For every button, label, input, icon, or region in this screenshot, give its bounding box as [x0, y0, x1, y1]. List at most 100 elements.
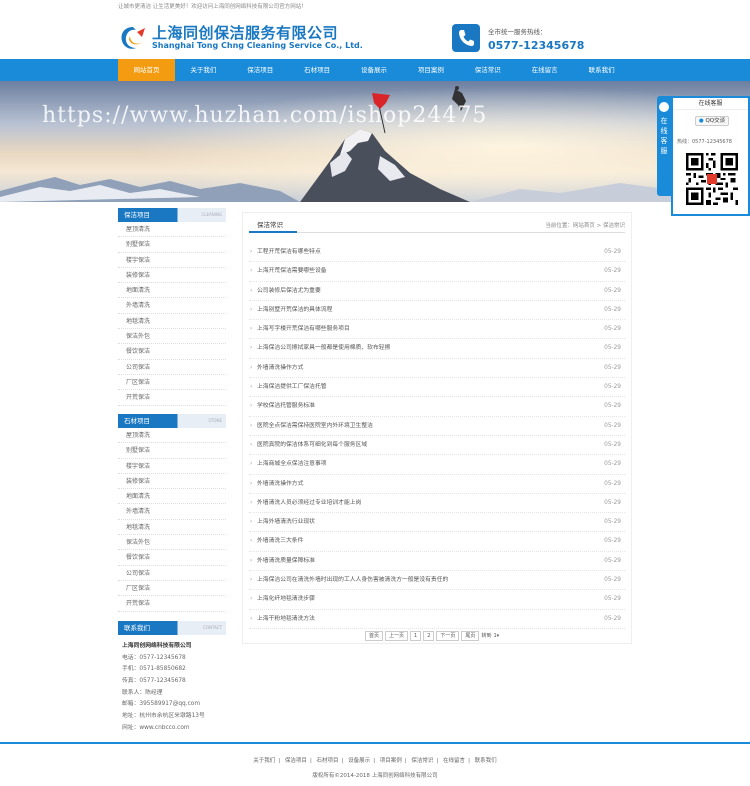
nav-cases[interactable]: 项目案例 [402, 59, 459, 81]
news-title[interactable]: 外墙清洗人员必须经过专业培训才能上岗 [257, 494, 361, 513]
footer-links: 关于我们 | 保洁项目 | 石材项目 | 设备展示 | 项目案例 | 保洁常识 | 在线留言… [253, 758, 497, 764]
qq-chat-button[interactable]: ● QQ交谈 [695, 116, 729, 126]
news-title[interactable]: 医院真院的保洁体系可细化到每个服务区域 [257, 436, 367, 455]
pager-last[interactable]: 尾页 [461, 631, 480, 641]
nav-message[interactable]: 在线留言 [516, 59, 573, 81]
sidebar-stone-item[interactable]: 开荒保洁 [118, 596, 226, 612]
sidebar-stone-item[interactable]: 保洁外包 [118, 535, 226, 551]
news-row[interactable]: › 公司装修后保洁尤为重要 05-29 [249, 282, 625, 301]
online-service-tab[interactable]: 在线客服 [657, 96, 671, 196]
pager-next[interactable]: 下一页 [436, 631, 460, 641]
sidebar-stone-item[interactable]: 装修保洁 [118, 474, 226, 490]
sidebar-stone-item[interactable]: 餐饮保洁 [118, 550, 226, 566]
pager-page-2[interactable]: 2 [423, 631, 435, 641]
pager-jump-select[interactable]: 1▾ [493, 631, 499, 641]
news-title[interactable]: 上海开荒保洁需要哪些设备 [257, 262, 327, 281]
news-row[interactable]: › 外墙清洗质量保障标准 05-29 [249, 552, 625, 572]
news-list: › 工程开荒保洁有哪些特点 05-29 › 上海开荒保洁需要哪些设备 05-29 › 公司装修… [249, 243, 625, 629]
sidebar-stone-item[interactable]: 厂区保洁 [118, 581, 226, 597]
news-title[interactable]: 上海干粉地毯清洗方法 [257, 610, 315, 629]
news-title[interactable]: 外墙清洗操作方式 [257, 359, 303, 378]
news-row[interactable]: › 上海干粉地毯清洗方法 05-29 [249, 610, 625, 629]
logo-cn-name: 上海同创保洁服务有限公司 [152, 24, 339, 42]
footer-link[interactable]: 保洁项目 [285, 758, 307, 764]
news-row[interactable]: › 外墙清洗操作方式 05-29 [249, 475, 625, 494]
sidebar-cleaning-item[interactable]: 开荒保洁 [118, 390, 226, 406]
news-row[interactable]: › 上海化纤地毯清洗步骤 05-29 [249, 590, 625, 610]
pager-prev[interactable]: 上一页 [385, 631, 409, 641]
footer-link[interactable]: 关于我们 [253, 758, 275, 764]
footer-link[interactable]: 在线留言 [443, 758, 465, 764]
nav-about[interactable]: 关于我们 [175, 59, 232, 81]
sidebar-cleaning-item[interactable]: 保洁外包 [118, 329, 226, 345]
news-title[interactable]: 上海写字楼开荒保洁有哪些服务项目 [257, 320, 350, 339]
sidebar-stone-item[interactable]: 屋顶清洗 [118, 428, 226, 444]
sidebar-cleaning-item[interactable]: 屋顶清洗 [118, 222, 226, 238]
news-title[interactable]: 上海商城全点保洁注意事项 [257, 455, 327, 474]
sidebar-cleaning-item[interactable]: 地毯清洗 [118, 314, 226, 330]
sidebar-cleaning-item[interactable]: 地面清洗 [118, 283, 226, 299]
sidebar-stone-item[interactable]: 别墅保洁 [118, 443, 226, 459]
nav-knowledge[interactable]: 保洁常识 [459, 59, 516, 81]
pager-first[interactable]: 首页 [365, 631, 384, 641]
footer-link[interactable]: 联系我们 [475, 758, 497, 764]
sidebar-stone-item[interactable]: 地面清洗 [118, 489, 226, 505]
news-title[interactable]: 外墙清洗三大条件 [257, 532, 303, 551]
footer-link[interactable]: 石材项目 [317, 758, 339, 764]
nav-cleaning[interactable]: 保洁项目 [232, 59, 289, 81]
news-row[interactable]: › 上海写字楼开荒保洁有哪些服务项目 05-29 [249, 320, 625, 340]
nav-contact[interactable]: 联系我们 [573, 59, 630, 81]
nav-stone[interactable]: 石材项目 [289, 59, 346, 81]
news-title[interactable]: 学校保洁托管服务标准 [257, 397, 315, 416]
news-title[interactable]: 上海外墙清洗行业现状 [257, 513, 315, 532]
news-row[interactable]: › 外墙清洗操作方式 05-29 [249, 359, 625, 379]
pager-page-1[interactable]: 1 [410, 631, 422, 641]
news-title[interactable]: 上海保洁公司在清洗外墙时出现的工人人身伤害被清洗方一般是没有责任的 [257, 571, 448, 590]
sidebar-cleaning-item[interactable]: 楼宇保洁 [118, 253, 226, 268]
news-row[interactable]: › 工程开荒保洁有哪些特点 05-29 [249, 243, 625, 263]
news-row[interactable]: › 上海开荒保洁需要哪些设备 05-29 [249, 262, 625, 282]
footer-link[interactable]: 设备展示 [348, 758, 370, 764]
news-title[interactable]: 上海保洁提供工厂保洁托管 [257, 378, 327, 397]
footer-copyright: 版权所有©2014-2018 上海同创网络科技有限公司 [312, 773, 438, 779]
sidebar-stone-item[interactable]: 楼宇保洁 [118, 459, 226, 474]
contact-website[interactable]: 网址：www.cnbcco.com [118, 723, 226, 735]
sidebar-cleaning-item[interactable]: 装修保洁 [118, 268, 226, 284]
news-title[interactable]: 上海化纤地毯清洗步骤 [257, 590, 315, 609]
news-title[interactable]: 外墙清洗质量保障标准 [257, 552, 315, 571]
news-row[interactable]: › 学校保洁托管服务标准 05-29 [249, 397, 625, 417]
footer-link[interactable]: 项目案例 [380, 758, 402, 764]
bullet-icon: › [250, 384, 253, 391]
news-title[interactable]: 外墙清洗操作方式 [257, 475, 303, 494]
sidebar-cleaning-item[interactable]: 厂区保洁 [118, 375, 226, 391]
news-row[interactable]: › 上海外墙清洗行业现状 05-29 [249, 513, 625, 533]
news-row[interactable]: › 医院真院的保洁体系可细化到每个服务区域 05-29 [249, 436, 625, 456]
news-title[interactable]: 上海保洁公司擦拭家具一般都是使用棉质、软布轻擦 [257, 339, 390, 358]
news-title[interactable]: 上海别墅开荒保洁的具体流程 [257, 301, 332, 320]
news-row[interactable]: › 上海商城全点保洁注意事项 05-29 [249, 455, 625, 475]
news-row[interactable]: › 上海别墅开荒保洁的具体流程 05-29 [249, 301, 625, 321]
nav-equipment[interactable]: 设备展示 [346, 59, 403, 81]
nav-home[interactable]: 网站首页 [118, 59, 175, 81]
contact-email[interactable]: 邮箱：395589917@qq.com [118, 699, 226, 711]
news-row[interactable]: › 上海保洁公司在清洗外墙时出现的工人人身伤害被清洗方一般是没有责任的 05-29 [249, 571, 625, 591]
news-row[interactable]: › 上海保洁公司擦拭家具一般都是使用棉质、软布轻擦 05-29 [249, 339, 625, 359]
sidebar-cleaning-item[interactable]: 别墅保洁 [118, 237, 226, 253]
news-date: 05-29 [604, 364, 621, 371]
news-row[interactable]: › 医院全点保洁需保持医院室内外环境卫生整洁 05-29 [249, 417, 625, 436]
site-logo[interactable]: 上海同创保洁服务有限公司 Shanghai Tong Chng Cleaning… [118, 18, 363, 58]
sidebar-cleaning-item[interactable]: 公司保洁 [118, 360, 226, 375]
news-title[interactable]: 医院全点保洁需保持医院室内外环境卫生整洁 [257, 417, 373, 436]
sidebar-stone-item[interactable]: 外墙清洗 [118, 504, 226, 520]
chevron-down-icon: ▾ [496, 633, 500, 639]
sidebar-stone-item[interactable]: 公司保洁 [118, 566, 226, 581]
sidebar-stone-item[interactable]: 地毯清洗 [118, 520, 226, 536]
news-row[interactable]: › 上海保洁提供工厂保洁托管 05-29 [249, 378, 625, 398]
news-title[interactable]: 工程开荒保洁有哪些特点 [257, 243, 321, 262]
news-title[interactable]: 公司装修后保洁尤为重要 [257, 282, 321, 301]
news-row[interactable]: › 外墙清洗三大条件 05-29 [249, 532, 625, 552]
sidebar-cleaning-item[interactable]: 外墙清洗 [118, 298, 226, 314]
sidebar-cleaning-item[interactable]: 餐饮保洁 [118, 344, 226, 360]
footer-link[interactable]: 保洁常识 [411, 758, 433, 764]
news-row[interactable]: › 外墙清洗人员必须经过专业培训才能上岗 05-29 [249, 494, 625, 514]
